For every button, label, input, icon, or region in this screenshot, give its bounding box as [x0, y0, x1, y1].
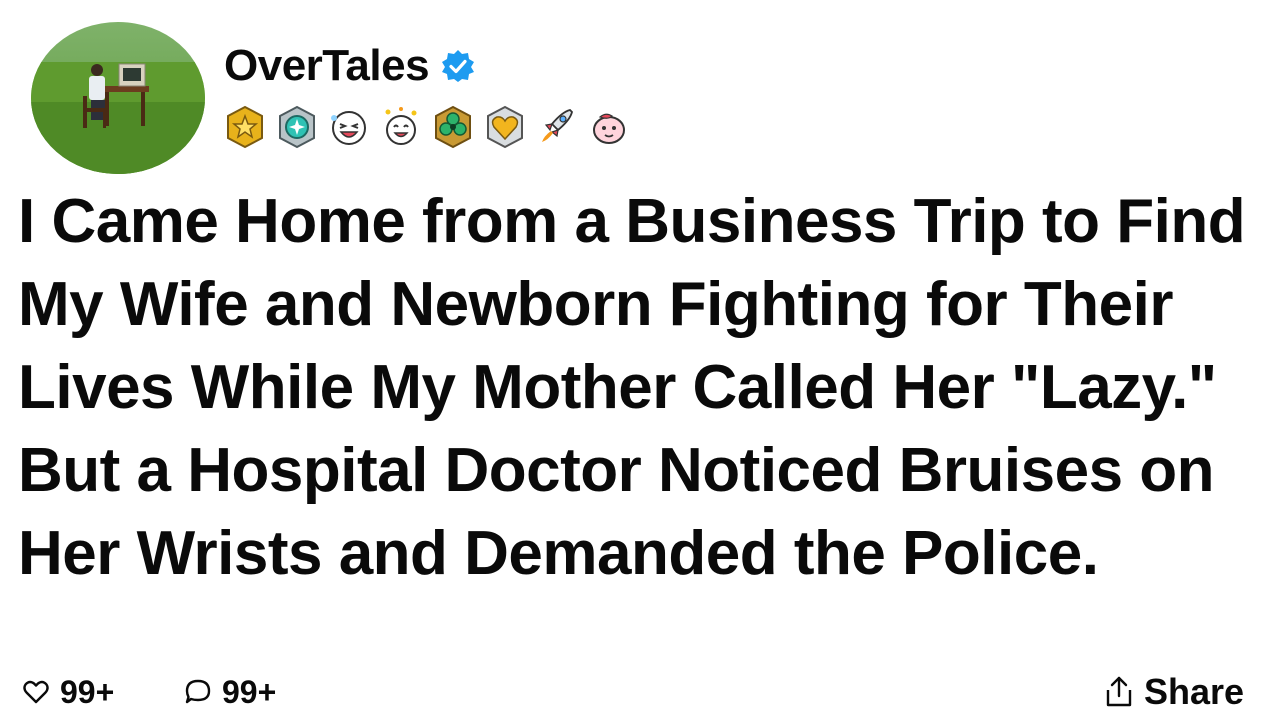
action-bar: 99+ 99+ Share	[0, 664, 1280, 720]
share-icon	[1106, 676, 1132, 707]
avatar[interactable]	[31, 22, 205, 174]
gold-heart-badge-icon[interactable]	[482, 104, 528, 150]
author-name[interactable]: OverTales	[224, 40, 430, 92]
post-card: OverTales I Came Home from a Business Tr…	[0, 0, 1280, 720]
rocket-badge-icon[interactable]	[534, 104, 580, 150]
pink-blob-badge-icon[interactable]	[586, 104, 632, 150]
share-label: Share	[1143, 671, 1244, 712]
gold-star-badge-icon[interactable]	[222, 104, 268, 150]
badge-row	[222, 104, 632, 150]
post-title: I Came Home from a Business Trip to Find…	[18, 187, 1246, 588]
comment-count: 99+	[222, 673, 277, 710]
green-clover-badge-icon[interactable]	[430, 104, 476, 150]
like-count: 99+	[60, 673, 115, 710]
like-button[interactable]: 99+	[22, 664, 114, 720]
heart-icon	[23, 680, 49, 704]
author-row: OverTales	[224, 40, 475, 92]
comment-icon	[185, 679, 211, 704]
share-button[interactable]: Share	[1102, 664, 1244, 720]
comment-button[interactable]: 99+	[184, 664, 276, 720]
teal-gem-badge-icon[interactable]	[274, 104, 320, 150]
avatar-image	[31, 22, 205, 174]
verified-icon	[442, 50, 475, 82]
laughing-face-badge-icon[interactable]	[326, 104, 372, 150]
celebrating-face-badge-icon[interactable]	[378, 104, 424, 150]
